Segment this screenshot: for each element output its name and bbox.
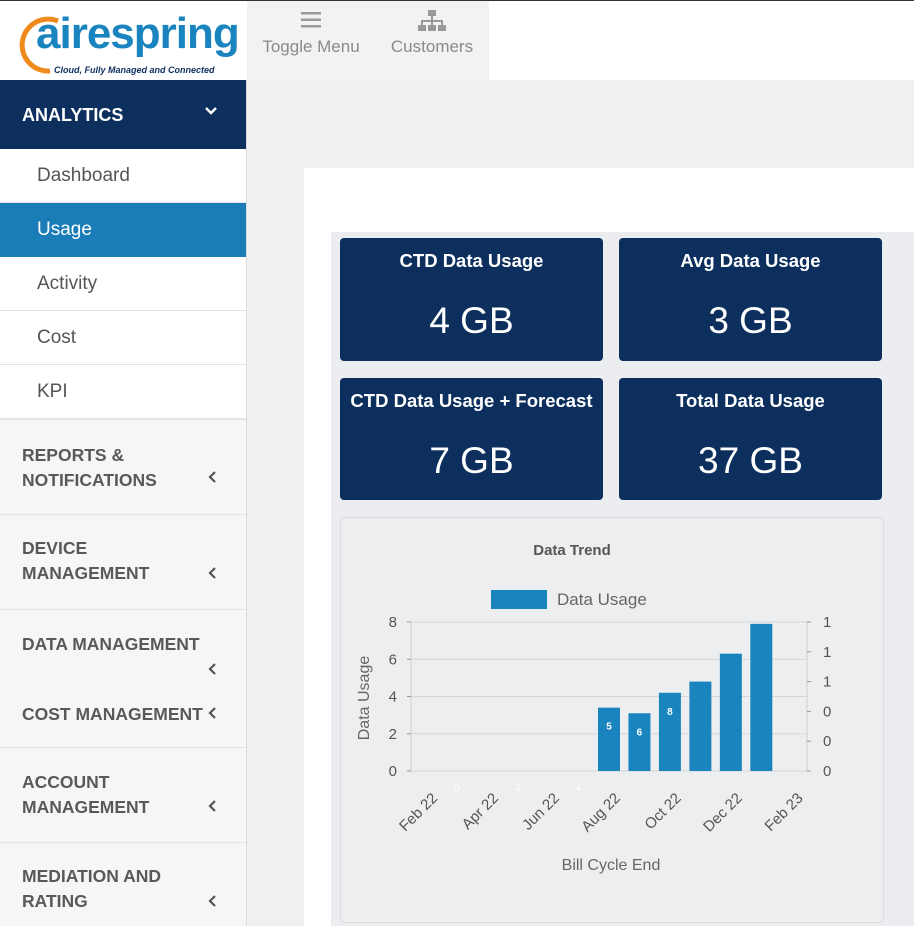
kpi-value: 3 GB: [708, 300, 793, 341]
kpi-title: CTD Data Usage + Forecast: [350, 390, 593, 411]
bar: [598, 707, 620, 771]
chevron-down-icon: [204, 102, 218, 123]
x-tick-label: Dec 22: [700, 790, 746, 836]
sidebar-item-label: Activity: [37, 273, 98, 294]
sidebar-section-reports[interactable]: REPORTS & NOTIFICATIONS: [0, 419, 246, 514]
y2-tick-label: 0: [823, 733, 831, 750]
y-tick-label: 8: [389, 614, 397, 631]
chevron-left-icon: [207, 797, 217, 818]
kpi-value: 37 GB: [698, 440, 803, 481]
x-tick-label: Aug 22: [578, 790, 624, 836]
chevron-left-icon: [207, 468, 217, 489]
sidebar-section-device[interactable]: DEVICE MANAGEMENT: [0, 514, 246, 609]
kpi-card-total-usage: Total Data Usage 37 GB: [619, 378, 882, 500]
x-tick-label: Feb 23: [762, 790, 807, 835]
kpi-title: Avg Data Usage: [680, 250, 821, 271]
x-tick-label: Oct 22: [641, 790, 684, 833]
section-label: REPORTS & NOTIFICATIONS: [22, 445, 157, 490]
kpi-title: CTD Data Usage: [399, 250, 544, 271]
bar: [628, 713, 651, 771]
chevron-left-icon: [207, 892, 217, 913]
x-tick-label: Feb 22: [396, 790, 441, 835]
x-tick-label: Jun 22: [519, 790, 563, 834]
top-bar: airespring Cloud, Fully Managed and Conn…: [0, 0, 914, 81]
airespring-logo[interactable]: airespring Cloud, Fully Managed and Conn…: [0, 1, 247, 81]
sidebar-item-label: KPI: [37, 381, 68, 402]
sidebar-item-usage[interactable]: Usage: [0, 203, 246, 257]
org-chart-icon: [387, 9, 477, 37]
logo-wordmark: airespring: [36, 9, 240, 58]
bar: [719, 653, 742, 771]
sidebar: ANALYTICS Dashboard Usage Activity Cost …: [0, 80, 247, 926]
sidebar-item-label: Cost: [37, 327, 77, 348]
bar: [658, 692, 681, 771]
plot-area: 0 2 4 6 8 1 1 1 0 0 0 0 3 4 5 6 8 Feb 22 Apr 22 Jun 22 Aug 2…: [389, 614, 832, 835]
bar-value-label: 8: [667, 707, 673, 718]
y2-tick-label: 1: [823, 674, 831, 691]
kpi-card-avg-usage: Avg Data Usage 3 GB: [619, 238, 882, 361]
y-tick-label: 6: [389, 651, 397, 668]
legend-swatch[interactable]: [491, 590, 547, 609]
kpi-title: Total Data Usage: [676, 390, 825, 411]
y-tick-label: 4: [389, 689, 397, 706]
section-label: MEDIATION AND RATING: [22, 866, 162, 911]
hamburger-icon: [261, 9, 361, 37]
sidebar-item-activity[interactable]: Activity: [0, 257, 246, 311]
cost-management-label: COST MANAGEMENT: [22, 704, 203, 724]
toggle-menu-label: Toggle Menu: [262, 37, 360, 56]
y2-tick-label: 0: [823, 703, 831, 720]
bar-value-label: 6: [637, 727, 643, 738]
y2-tick-label: 1: [823, 644, 831, 661]
bar-value-label: 3: [515, 783, 521, 794]
bar-value-label: 4: [576, 783, 582, 794]
logo-tagline: Cloud, Fully Managed and Connected: [54, 65, 215, 75]
sidebar-item-label: Dashboard: [37, 165, 130, 186]
top-nav: Toggle Menu Customers: [247, 1, 489, 81]
kpi-card-ctd-usage: CTD Data Usage 4 GB: [340, 238, 603, 361]
y2-tick-label: 0: [823, 763, 831, 780]
sidebar-item-cost[interactable]: Cost: [0, 311, 246, 365]
sidebar-section-mediation[interactable]: MEDIATION AND RATING: [0, 842, 246, 922]
sidebar-section-account[interactable]: ACCOUNT MANAGEMENT: [0, 747, 246, 842]
analytics-label: ANALYTICS: [22, 105, 124, 125]
y-tick-label: 0: [389, 763, 397, 780]
section-label: DEVICE MANAGEMENT: [22, 538, 150, 583]
data-management-label: DATA MANAGEMENT: [22, 634, 200, 654]
x-axis-title: Bill Cycle End: [562, 857, 661, 874]
y2-tick-label: 1: [823, 614, 831, 631]
customers-label: Customers: [390, 37, 474, 56]
bar-value-label: 5: [606, 722, 612, 733]
y-tick-label: 2: [389, 726, 397, 743]
kpi-value: 7 GB: [429, 440, 514, 481]
data-trend-chart: Data Trend Data Usage Bill Cycle End Dat…: [356, 542, 832, 874]
bar-value-label: 0: [454, 783, 460, 794]
chevron-left-icon: [207, 660, 217, 681]
chart-title: Data Trend: [533, 542, 611, 559]
customers-button[interactable]: Customers: [387, 9, 477, 57]
sidebar-item-label: Usage: [37, 219, 92, 240]
section-label: ACCOUNT MANAGEMENT: [22, 772, 150, 817]
sidebar-item-dashboard[interactable]: Dashboard: [0, 149, 246, 203]
x-tick-label: Apr 22: [459, 790, 502, 833]
sidebar-item-kpi[interactable]: KPI: [0, 365, 246, 419]
bar: [689, 681, 712, 771]
kpi-value: 4 GB: [429, 300, 514, 341]
kpi-card-ctd-forecast: CTD Data Usage + Forecast 7 GB: [340, 378, 603, 500]
bar: [750, 623, 773, 771]
sidebar-section-data-cost[interactable]: DATA MANAGEMENT COST MANAGEMENT: [0, 609, 246, 747]
data-trend-chart-card: Data Trend Data Usage Bill Cycle End Dat…: [340, 517, 884, 923]
legend-label[interactable]: Data Usage: [557, 590, 647, 609]
y-axis-title: Data Usage: [356, 656, 373, 741]
chevron-left-icon: [207, 704, 217, 725]
toggle-menu-button[interactable]: Toggle Menu: [261, 9, 361, 57]
sidebar-section-analytics[interactable]: ANALYTICS: [0, 80, 246, 149]
chevron-left-icon: [207, 564, 217, 585]
